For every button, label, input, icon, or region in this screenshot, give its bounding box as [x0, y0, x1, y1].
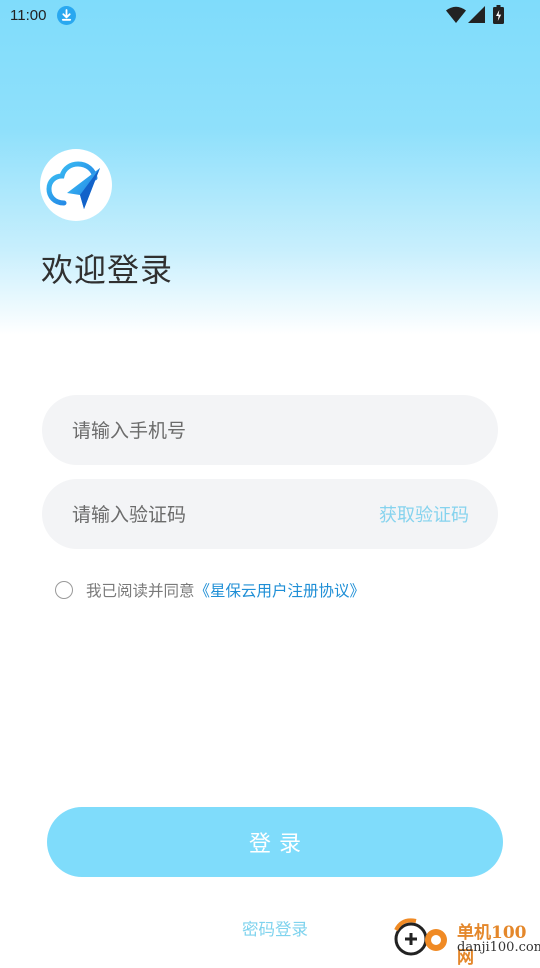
status-time: 11:00	[10, 7, 47, 24]
page-title: 欢迎登录	[41, 251, 174, 289]
agreement-checkbox[interactable]	[55, 581, 73, 599]
cloud-paper-plane-logo	[46, 161, 100, 209]
watermark-url: danji100.com	[457, 940, 540, 955]
watermark-logo-icon	[394, 918, 447, 956]
phone-field-container	[42, 395, 498, 467]
phone-input[interactable]	[70, 395, 474, 467]
login-button[interactable]: 登录	[47, 807, 503, 877]
status-bar: 11:00	[0, 0, 540, 32]
watermark: 单机100网 danji100.com	[390, 916, 540, 968]
app-logo	[40, 149, 112, 221]
signal-icon	[468, 6, 485, 23]
get-code-button[interactable]: 获取验证码	[379, 501, 469, 527]
agreement-row: 我已阅读并同意 《星保云用户注册协议》	[55, 579, 365, 601]
verification-code-input[interactable]	[70, 479, 364, 551]
battery-icon	[493, 5, 504, 24]
download-icon	[57, 6, 76, 25]
wifi-icon	[446, 6, 466, 23]
agreement-link[interactable]: 《星保云用户注册协议》	[195, 579, 366, 601]
agreement-text: 我已阅读并同意	[86, 582, 195, 600]
code-field-container: 获取验证码	[42, 479, 498, 551]
